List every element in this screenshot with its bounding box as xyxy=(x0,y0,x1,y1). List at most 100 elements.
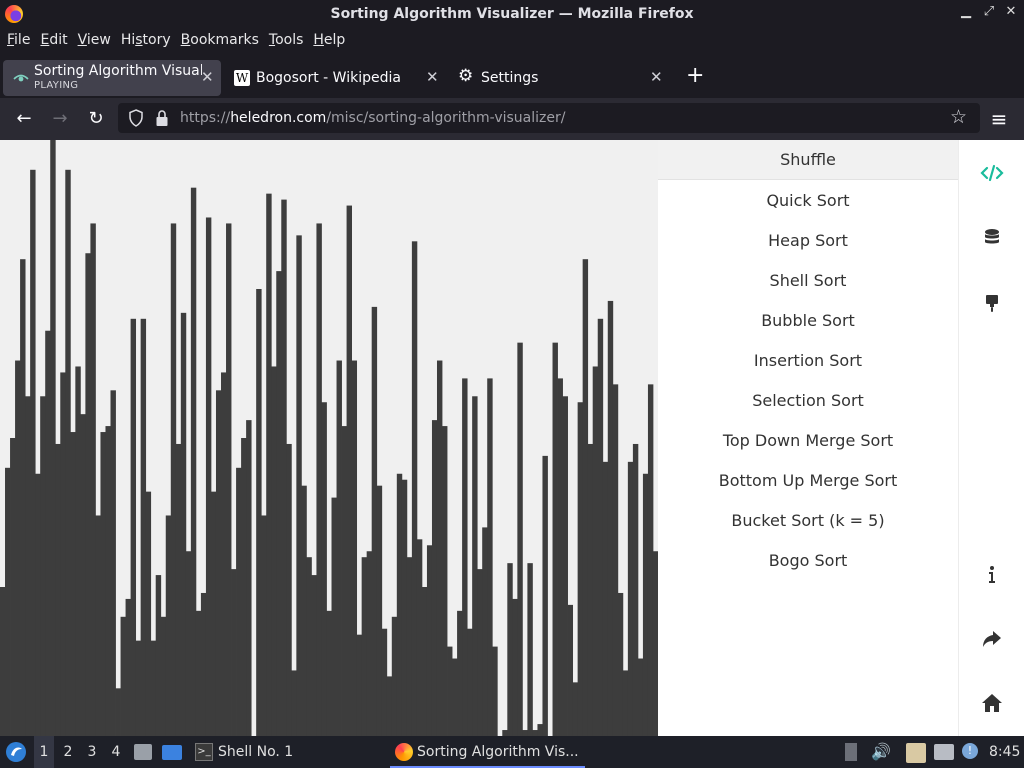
new-tab-button[interactable]: + xyxy=(686,64,704,88)
clock: 8:45 xyxy=(989,744,1021,760)
sort-bar xyxy=(482,527,488,736)
close-window-icon[interactable]: ✕ xyxy=(1003,4,1019,19)
sort-bar xyxy=(40,396,46,736)
sort-bar xyxy=(632,443,639,736)
workspace-1[interactable]: 1 xyxy=(34,736,54,768)
bookmark-star-icon[interactable]: ☆ xyxy=(950,106,967,128)
menu-bookmarks[interactable]: Bookmarks xyxy=(176,29,264,53)
sort-bar xyxy=(361,557,368,736)
close-tab-icon[interactable]: ✕ xyxy=(650,68,663,86)
sort-bar xyxy=(376,485,383,736)
brush-icon[interactable] xyxy=(979,290,1005,316)
home-icon[interactable] xyxy=(979,690,1005,716)
tab-title: Sorting Algorithm Visualizer xyxy=(34,63,202,79)
taskbar-shell-window[interactable]: Shell No. 1 xyxy=(218,736,293,768)
sort-bar xyxy=(452,658,458,736)
sort-bar xyxy=(512,598,518,736)
menu-view[interactable]: View xyxy=(73,29,116,53)
sort-bar xyxy=(205,217,212,736)
sort-bar xyxy=(477,569,483,736)
sort-bar xyxy=(55,443,61,736)
sort-bar xyxy=(140,318,147,736)
tab-sorting-visualizer[interactable]: Sorting Algorithm Visualizer PLAYING ✕ xyxy=(3,60,221,96)
tab-settings[interactable]: ⚙ Settings ✕ xyxy=(450,60,670,96)
top-down-merge-sort-button[interactable]: Top Down Merge Sort xyxy=(658,421,958,461)
app-menu-hamburger-icon[interactable]: ≡ xyxy=(988,108,1010,130)
back-arrow-icon[interactable]: ← xyxy=(13,108,35,130)
start-menu-icon[interactable] xyxy=(5,741,27,763)
sort-bar xyxy=(165,515,172,736)
reload-icon[interactable]: ↻ xyxy=(85,108,107,130)
file-manager-icon[interactable] xyxy=(134,744,152,760)
tab-title: Bogosort - Wikipedia xyxy=(256,70,401,86)
sort-bar xyxy=(170,223,177,736)
bucket-sort-button[interactable]: Bucket Sort (k = 5) xyxy=(658,501,958,541)
url-bar[interactable]: https://heledron.com/misc/sorting-algori… xyxy=(118,103,980,133)
sort-bar xyxy=(200,592,207,736)
close-tab-icon[interactable]: ✕ xyxy=(201,68,214,86)
minimize-icon[interactable]: ▁ xyxy=(958,4,974,19)
sort-bar xyxy=(321,402,327,736)
desktop-icon[interactable] xyxy=(162,745,182,760)
close-tab-icon[interactable]: ✕ xyxy=(426,68,439,86)
sort-bar xyxy=(587,443,594,736)
menu-edit[interactable]: Edit xyxy=(35,29,72,53)
tab-bogosort-wikipedia[interactable]: W Bogosort - Wikipedia ✕ xyxy=(226,60,444,96)
tab-bar: Sorting Algorithm Visualizer PLAYING ✕ W… xyxy=(0,58,1024,98)
sort-bar xyxy=(537,724,543,736)
sort-bar xyxy=(557,378,563,736)
sort-bar xyxy=(371,306,378,736)
share-icon[interactable] xyxy=(979,626,1005,652)
menu-history[interactable]: History xyxy=(116,29,176,53)
workspace-3[interactable]: 3 xyxy=(82,736,102,768)
bottom-up-merge-sort-button[interactable]: Bottom Up Merge Sort xyxy=(658,461,958,501)
url-text[interactable]: https://heledron.com/misc/sorting-algori… xyxy=(180,110,565,126)
sort-bar xyxy=(467,628,473,736)
database-icon[interactable] xyxy=(979,225,1005,251)
forward-arrow-icon[interactable]: → xyxy=(49,108,71,130)
sort-bar xyxy=(617,592,624,736)
code-icon[interactable] xyxy=(979,160,1005,186)
sort-bar xyxy=(135,640,142,736)
lock-icon[interactable] xyxy=(155,109,169,127)
quick-sort-button[interactable]: Quick Sort xyxy=(658,181,958,221)
bubble-sort-button[interactable]: Bubble Sort xyxy=(658,301,958,341)
sort-bar xyxy=(577,402,584,736)
sort-bar xyxy=(75,366,81,736)
sort-bar xyxy=(331,497,337,736)
sort-bar xyxy=(130,318,137,736)
insertion-sort-button[interactable]: Insertion Sort xyxy=(658,341,958,381)
shuffle-button[interactable]: Shuffle xyxy=(658,140,958,180)
heap-sort-button[interactable]: Heap Sort xyxy=(658,221,958,261)
selection-sort-button[interactable]: Selection Sort xyxy=(658,381,958,421)
sort-bar xyxy=(231,569,237,736)
sort-bar xyxy=(326,610,332,736)
clipboard-icon[interactable] xyxy=(906,743,926,763)
shield-icon[interactable] xyxy=(128,109,144,127)
network-icon[interactable] xyxy=(934,744,954,760)
sort-bar xyxy=(396,473,403,736)
workspace-2[interactable]: 2 xyxy=(58,736,78,768)
notification-icon[interactable]: ! xyxy=(962,743,978,759)
maximize-icon[interactable]: ⤢ xyxy=(981,4,997,19)
info-icon[interactable] xyxy=(979,562,1005,588)
sort-bar xyxy=(572,682,579,736)
sort-bar xyxy=(105,426,111,736)
sort-bar xyxy=(236,467,242,736)
taskbar-firefox-window[interactable]: Sorting Algorithm Vis... xyxy=(390,736,585,768)
sort-bar xyxy=(145,491,152,736)
sort-bar xyxy=(622,670,629,736)
shell-sort-button[interactable]: Shell Sort xyxy=(658,261,958,301)
visualizer-eye-icon xyxy=(13,74,29,82)
workspace-4[interactable]: 4 xyxy=(106,736,126,768)
menu-help[interactable]: Help xyxy=(308,29,350,53)
battery-icon[interactable] xyxy=(845,743,857,761)
bogo-sort-button[interactable]: Bogo Sort xyxy=(658,541,958,581)
menu-file[interactable]: File xyxy=(2,29,35,53)
sort-bar xyxy=(210,491,217,736)
menu-tools[interactable]: Tools xyxy=(264,29,309,53)
sort-bar xyxy=(552,342,558,736)
volume-icon[interactable]: 🔊 xyxy=(871,736,891,768)
sort-bar xyxy=(592,366,599,736)
sort-bar xyxy=(336,360,342,736)
